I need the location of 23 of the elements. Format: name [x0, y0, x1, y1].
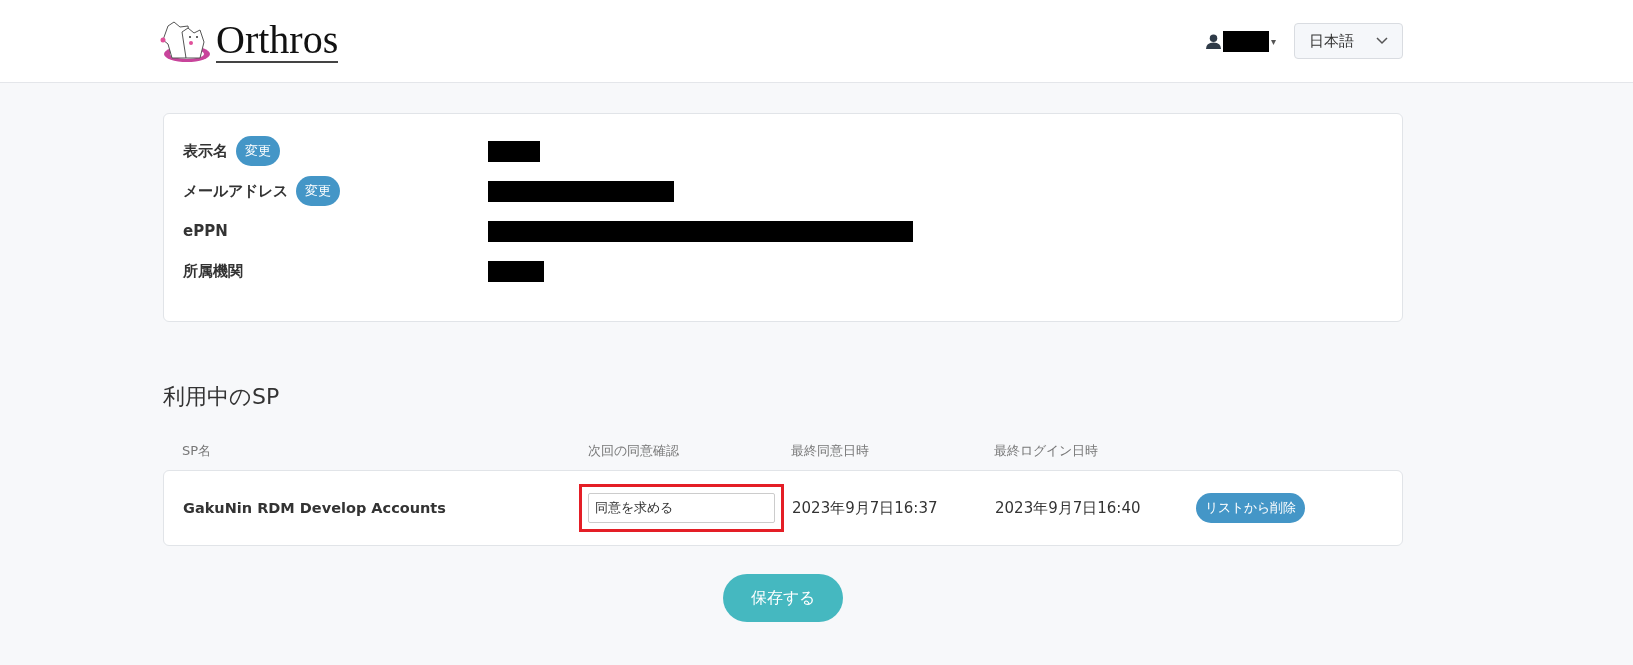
change-button[interactable]: 変更 — [296, 176, 340, 206]
sp-name: GakuNin RDM Develop Accounts — [183, 500, 447, 516]
chevron-down-icon — [1376, 37, 1388, 45]
column-header: SP名 — [182, 442, 213, 460]
column-header: 最終ログイン日時 — [994, 442, 1099, 460]
field-label: 表示名 — [183, 141, 228, 161]
change-button[interactable]: 変更 — [236, 136, 280, 166]
consent-select[interactable]: 同意を求める — [588, 493, 775, 523]
user-icon — [1205, 33, 1221, 49]
logo-text: Orthros — [216, 19, 339, 63]
date-cell-text: 2023年9月7日16:40 — [995, 498, 1142, 518]
column-header: 次回の同意確認 — [588, 442, 680, 460]
column-header: 最終同意日時 — [791, 442, 870, 460]
language-select[interactable]: 日本語 — [1294, 23, 1403, 59]
redaction-bar — [488, 260, 544, 282]
section-title: 利用中のSP — [163, 383, 281, 411]
save-button[interactable]: 保存する — [723, 574, 843, 622]
redaction-bar — [488, 140, 540, 162]
date-cell-text: 2023年9月7日16:37 — [792, 498, 939, 518]
remove-button[interactable]: リストから削除 — [1196, 493, 1305, 523]
field-label: ePPN — [183, 222, 228, 240]
field-label: メールアドレス — [183, 181, 288, 201]
field-label: 所属機関 — [183, 261, 243, 281]
